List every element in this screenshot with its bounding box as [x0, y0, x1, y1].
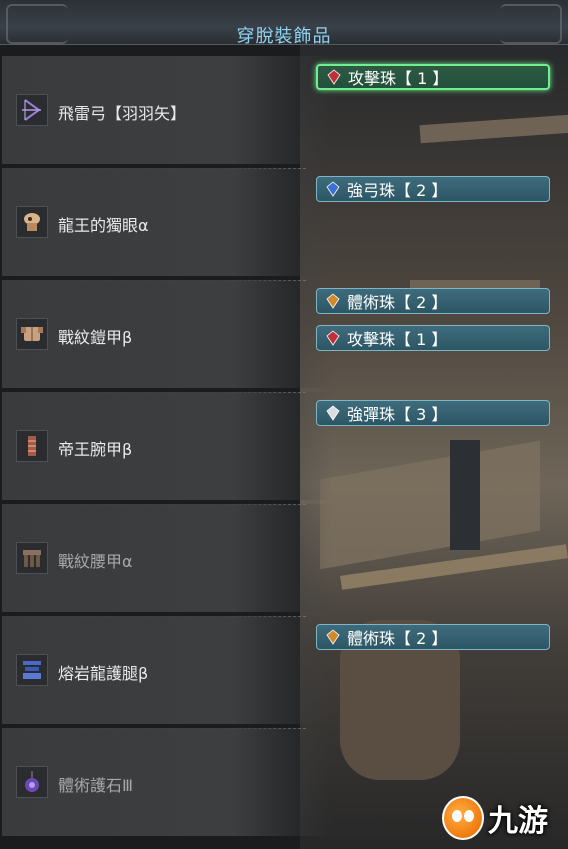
- decoration-label: 體術珠【 2 】: [347, 293, 448, 312]
- charm-icon: [16, 766, 48, 798]
- decoration-slot[interactable]: 強彈珠【 3 】: [316, 400, 550, 426]
- red-gem-icon: [324, 68, 344, 86]
- jiuyou-logo-icon: [442, 796, 484, 840]
- decoration-label: 強彈珠【 3 】: [347, 405, 448, 424]
- equipment-name: 飛雷弓【羽羽矢】: [58, 104, 187, 123]
- row-background: [2, 504, 332, 612]
- equipment-name: 熔岩龍護腿β: [58, 664, 149, 683]
- equipment-row[interactable]: 戰紋腰甲α: [0, 504, 568, 617]
- arm-armor-icon: [16, 430, 48, 462]
- decoration-label: 體術珠【 2 】: [347, 629, 448, 648]
- equipment-row[interactable]: 熔岩龍護腿β 體術珠【 2 】: [0, 616, 568, 729]
- equipment-row[interactable]: 戰紋鎧甲β 體術珠【 2 】攻擊珠【 1 】: [0, 280, 568, 393]
- equipment-row[interactable]: 飛雷弓【羽羽矢】 攻擊珠【 1 】: [0, 56, 568, 169]
- decoration-slot[interactable]: 攻擊珠【 1 】: [316, 325, 550, 351]
- bow-icon: [16, 94, 48, 126]
- waist-armor-icon: [16, 542, 48, 574]
- equipment-row[interactable]: 帝王腕甲β 強彈珠【 3 】: [0, 392, 568, 505]
- equipment-name: 戰紋腰甲α: [58, 552, 133, 571]
- decoration-label: 強弓珠【 2 】: [347, 181, 448, 200]
- row-background: [2, 616, 332, 724]
- helm-icon: [16, 206, 48, 238]
- equipment-name: 帝王腕甲β: [58, 440, 133, 459]
- watermark-logo: 九游: [442, 793, 562, 843]
- chest-armor-icon: [16, 318, 48, 350]
- decoration-slot[interactable]: 攻擊珠【 1 】: [316, 64, 550, 90]
- page-title: 穿脫裝飾品: [236, 26, 332, 47]
- decoration-label: 攻擊珠【 1 】: [348, 69, 449, 88]
- equipment-name: 戰紋鎧甲β: [58, 328, 133, 347]
- leg-armor-icon: [16, 654, 48, 686]
- row-background: [2, 168, 332, 276]
- row-background: [2, 392, 332, 500]
- equipment-name: 體術護石Ⅲ: [58, 776, 134, 795]
- row-background: [2, 728, 332, 836]
- decoration-label: 攻擊珠【 1 】: [347, 330, 448, 349]
- equipment-row[interactable]: 龍王的獨眼α 強弓珠【 2 】: [0, 168, 568, 281]
- decoration-slot[interactable]: 體術珠【 2 】: [316, 624, 550, 650]
- blue-gem-icon: [323, 180, 343, 198]
- white-gem-icon: [323, 404, 343, 422]
- decoration-slot[interactable]: 體術珠【 2 】: [316, 288, 550, 314]
- orange-gem-icon: [323, 292, 343, 310]
- logo-text: 九游: [488, 804, 548, 839]
- equipment-name: 龍王的獨眼α: [58, 216, 149, 235]
- row-background: [2, 280, 332, 388]
- decoration-slot[interactable]: 強弓珠【 2 】: [316, 176, 550, 202]
- orange-gem-icon: [323, 628, 343, 646]
- red-gem-icon: [323, 329, 343, 347]
